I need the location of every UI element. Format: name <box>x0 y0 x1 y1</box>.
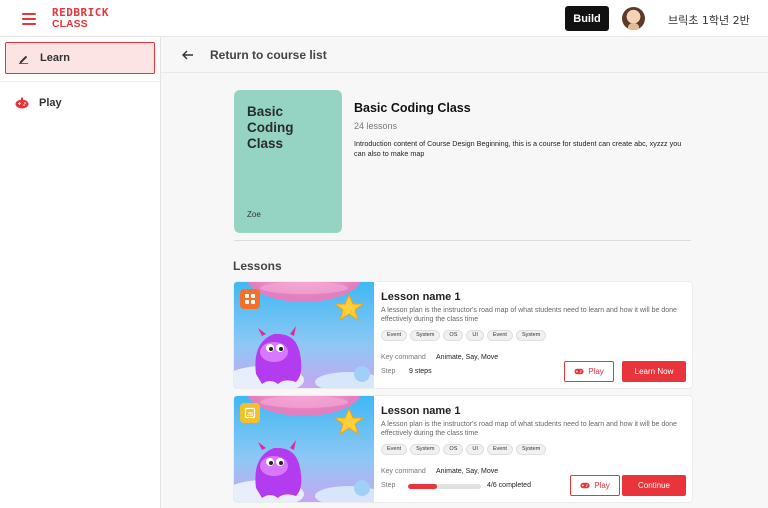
tag: Event <box>381 444 408 455</box>
cover-author: Zoe <box>247 210 261 219</box>
play-button[interactable]: Play <box>564 361 614 382</box>
tag: Event <box>381 330 408 341</box>
lesson-title: Lesson name 1 <box>381 405 461 417</box>
pencil-icon <box>15 50 31 66</box>
tag: Event <box>486 330 513 341</box>
key-command-label: Key command <box>381 354 426 361</box>
tag: Event <box>486 444 513 455</box>
sidebar-item-play[interactable]: Play <box>5 87 155 119</box>
lesson-tags: Event System OS UI Event System <box>381 444 547 455</box>
gamepad-icon <box>580 482 590 489</box>
lesson-thumbnail <box>234 282 374 388</box>
key-command-value: Animate, Say, Move <box>436 468 499 475</box>
svg-text:JS: JS <box>247 412 254 418</box>
menu-icon[interactable] <box>22 13 36 25</box>
tag: System <box>410 444 441 455</box>
key-command-label: Key command <box>381 468 426 475</box>
learn-now-button[interactable]: Learn Now <box>622 361 686 382</box>
blocks-icon <box>240 289 260 309</box>
logo-wordmark: REDBRICK <box>52 6 109 19</box>
tag: UI <box>466 444 484 455</box>
lesson-card: Lesson name 1 A lesson plan is the instr… <box>234 282 692 388</box>
build-button[interactable]: Build <box>565 6 609 31</box>
back-bar: Return to course list <box>161 37 768 73</box>
tag: UI <box>466 330 484 341</box>
tag: System <box>515 330 547 341</box>
cover-title: Basic Coding Class <box>247 104 294 151</box>
avatar[interactable] <box>622 7 645 30</box>
js-icon: JS <box>240 403 260 423</box>
play-button-label: Play <box>588 367 604 376</box>
divider <box>234 240 691 241</box>
top-bar: REDBRICK CLASS Build 브릭초 1학년 2반 <box>0 0 768 37</box>
continue-button[interactable]: Continue <box>622 475 686 496</box>
arrow-left-icon[interactable] <box>182 47 196 63</box>
sidebar-item-learn[interactable]: Learn <box>5 42 155 74</box>
return-to-course-list-link[interactable]: Return to course list <box>210 48 327 62</box>
play-button-label: Play <box>594 481 610 490</box>
tag: OS <box>443 444 464 455</box>
sidebar-item-label: Learn <box>40 52 70 64</box>
lesson-count: 24 lessons <box>354 121 398 131</box>
gamepad-icon <box>14 95 30 111</box>
progress-fill <box>408 484 438 489</box>
step-label: Step <box>381 368 396 375</box>
lesson-description: A lesson plan is the instructor's road m… <box>381 307 677 323</box>
tag: System <box>515 444 547 455</box>
course-description: Introduction content of Course Design Be… <box>354 139 682 158</box>
lessons-heading: Lessons <box>233 259 282 273</box>
lesson-tags: Event System OS UI Event System <box>381 330 547 341</box>
course-title: Basic Coding Class <box>354 101 471 115</box>
lesson-card: JS Lesson name 1 A lesson plan is the in… <box>234 396 692 502</box>
course-cover: Basic Coding Class Zoe <box>234 90 342 233</box>
username[interactable]: 브릭초 1학년 2반 <box>668 12 750 28</box>
progress-text: 4/6 completed <box>487 482 531 489</box>
step-label: Step <box>381 482 396 489</box>
lesson-description: A lesson plan is the instructor's road m… <box>381 421 677 437</box>
sidebar-item-label: Play <box>39 97 62 109</box>
step-count: 9 steps <box>409 368 432 375</box>
sidebar-divider <box>0 81 160 82</box>
play-button[interactable]: Play <box>570 475 620 496</box>
logo[interactable]: REDBRICK CLASS <box>52 7 114 31</box>
tag: System <box>410 330 441 341</box>
tag: OS <box>443 330 464 341</box>
lesson-thumbnail: JS <box>234 396 374 502</box>
gamepad-icon <box>574 368 584 375</box>
sidebar: Learn Play <box>0 37 161 508</box>
main-content: Return to course list Basic Coding Class… <box>161 37 768 508</box>
key-command-value: Animate, Say, Move <box>436 354 499 361</box>
progress-bar <box>408 484 481 489</box>
logo-subtitle: CLASS <box>52 18 88 30</box>
lesson-title: Lesson name 1 <box>381 291 461 303</box>
